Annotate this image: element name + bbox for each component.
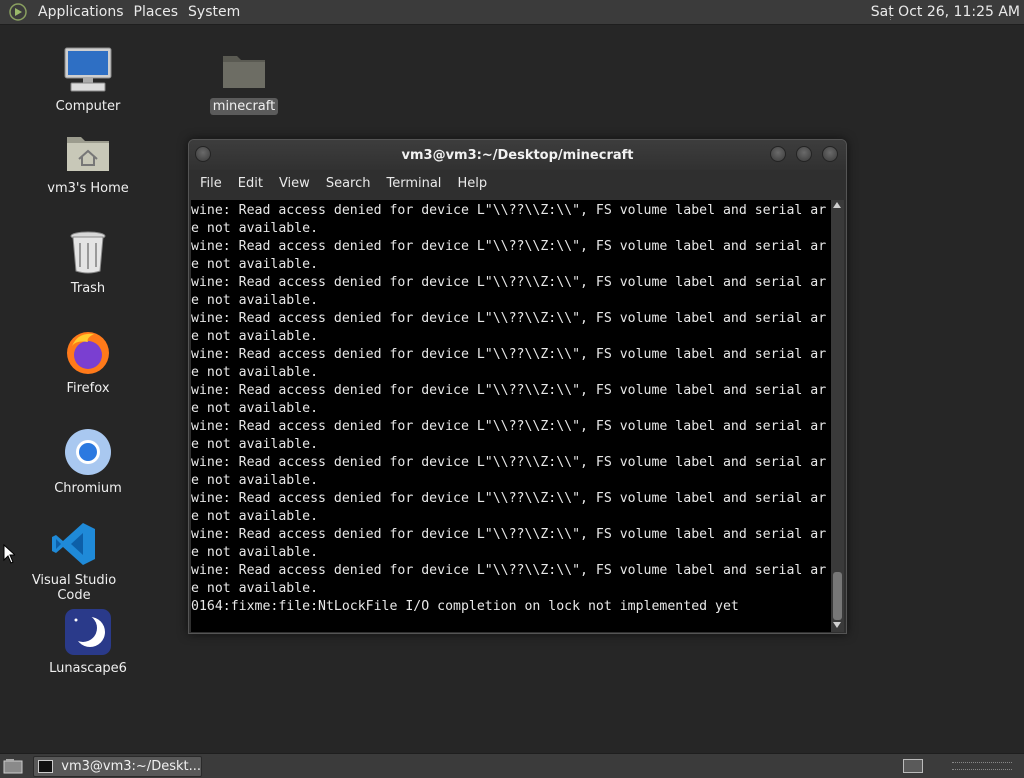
menu-system[interactable]: System — [183, 4, 245, 20]
window-menu-button[interactable] — [195, 146, 211, 162]
scroll-up-arrow-icon[interactable] — [833, 202, 841, 208]
desktop-icon-firefox[interactable]: Firefox — [28, 326, 148, 397]
terminal-line: wine: Read access denied for device L"\\… — [191, 527, 827, 542]
desktop-icon-label: Firefox — [66, 381, 110, 396]
terminal-scrollbar[interactable] — [831, 200, 844, 632]
firefox-icon — [62, 326, 114, 378]
taskbar-terminal-button[interactable]: vm3@vm3:~/Deskt... — [33, 756, 202, 777]
desktop-icon-label: Lunascape6 — [49, 661, 127, 676]
menu-help[interactable]: Help — [449, 176, 495, 191]
terminal-line: e not available. — [191, 329, 319, 344]
vscode-icon — [48, 518, 100, 570]
desktop-icon-computer[interactable]: Computer — [28, 44, 148, 115]
desktop-icon-minecraft[interactable]: minecraft — [184, 44, 304, 115]
terminal-line: e not available. — [191, 221, 319, 236]
terminal-line: e not available. — [191, 473, 319, 488]
terminal-line: wine: Read access denied for device L"\\… — [191, 203, 827, 218]
desktop-icon-chromium[interactable]: Chromium — [28, 426, 148, 497]
scrollbar-thumb[interactable] — [833, 572, 842, 620]
window-titlebar[interactable]: vm3@vm3:~/Desktop/minecraft — [189, 140, 846, 170]
panel-handle — [952, 762, 1012, 770]
terminal-line: e not available. — [191, 293, 319, 308]
terminal-line: 0164:fixme:file:NtLockFile I/O completio… — [191, 599, 739, 614]
menu-file[interactable]: File — [192, 176, 230, 191]
folder-icon — [218, 44, 270, 96]
desktop-icon-label: minecraft — [209, 98, 279, 115]
terminal-line: wine: Read access denied for device L"\\… — [191, 455, 827, 470]
terminal-line: wine: Read access denied for device L"\\… — [191, 239, 827, 254]
workspace-switcher[interactable] — [903, 759, 923, 773]
terminal-line: e not available. — [191, 545, 319, 560]
desktop-icon-lunascape[interactable]: Lunascape6 — [28, 606, 148, 677]
menu-search[interactable]: Search — [318, 176, 379, 191]
trash-icon — [62, 226, 114, 278]
terminal-line: e not available. — [191, 365, 319, 380]
window-title: vm3@vm3:~/Desktop/minecraft — [401, 147, 634, 163]
gnome-foot-icon[interactable] — [7, 1, 29, 23]
terminal-line: e not available. — [191, 257, 319, 272]
close-button[interactable] — [822, 146, 838, 162]
desktop-icon-vscode[interactable]: Visual Studio Code — [14, 518, 134, 604]
taskbar-label: vm3@vm3:~/Deskt... — [61, 759, 201, 774]
desktop-icon-label: Visual Studio Code — [31, 573, 117, 603]
bottom-panel: vm3@vm3:~/Deskt... — [0, 753, 1024, 778]
menu-applications[interactable]: Applications — [33, 4, 129, 20]
mouse-cursor-icon — [3, 544, 15, 564]
desktop-icon-home[interactable]: vm3's Home — [28, 126, 148, 197]
desktop-icon-label: Chromium — [54, 481, 122, 496]
terminal-line: e not available. — [191, 437, 319, 452]
lunascape-icon — [62, 606, 114, 658]
chromium-icon — [62, 426, 114, 478]
desktop-icon-label: Trash — [70, 281, 106, 296]
terminal-icon — [38, 760, 54, 773]
menu-edit[interactable]: Edit — [230, 176, 271, 191]
menu-places[interactable]: Places — [129, 4, 184, 20]
terminal-line: wine: Read access denied for device L"\\… — [191, 347, 827, 362]
desktop-icon-trash[interactable]: Trash — [28, 226, 148, 297]
terminal-line: e not available. — [191, 509, 319, 524]
terminal-line: wine: Read access denied for device L"\\… — [191, 311, 827, 326]
terminal-window[interactable]: vm3@vm3:~/Desktop/minecraft File Edit Vi… — [188, 139, 847, 634]
terminal-line: e not available. — [191, 581, 319, 596]
show-desktop-icon[interactable] — [3, 758, 23, 774]
terminal-line: wine: Read access denied for device L"\\… — [191, 563, 827, 578]
menu-terminal[interactable]: Terminal — [378, 176, 449, 191]
clock[interactable]: Sat Oct 26, 11:25 AM — [871, 4, 1020, 20]
terminal-line: e not available. — [191, 401, 319, 416]
terminal-line: wine: Read access denied for device L"\\… — [191, 383, 827, 398]
terminal-line: wine: Read access denied for device L"\\… — [191, 275, 827, 290]
terminal-line: wine: Read access denied for device L"\\… — [191, 419, 827, 434]
minimize-button[interactable] — [770, 146, 786, 162]
top-panel: Applications Places System Sat Oct 26, 1… — [0, 0, 1024, 25]
computer-icon — [62, 44, 114, 96]
menu-view[interactable]: View — [271, 176, 318, 191]
home-folder-icon — [62, 126, 114, 178]
terminal-line: wine: Read access denied for device L"\\… — [191, 491, 827, 506]
desktop-icon-label: Computer — [55, 99, 121, 114]
terminal-menubar: File Edit View Search Terminal Help — [189, 170, 846, 196]
maximize-button[interactable] — [796, 146, 812, 162]
scroll-down-arrow-icon[interactable] — [833, 622, 841, 628]
desktop-icon-label: vm3's Home — [47, 181, 129, 196]
terminal-output[interactable]: wine: Read access denied for device L"\\… — [191, 200, 832, 632]
